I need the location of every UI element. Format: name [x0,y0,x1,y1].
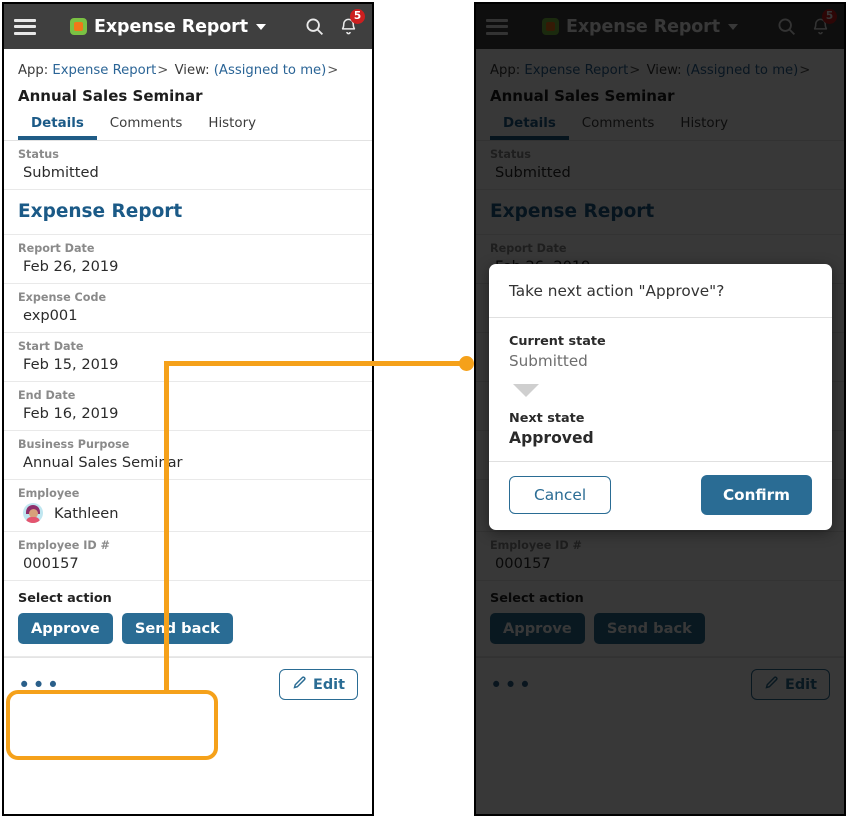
app-bar-icons: 5 [304,9,365,37]
tab-history[interactable]: History [195,116,269,140]
confirm-button[interactable]: Confirm [701,475,812,515]
breadcrumb-view-label: View: [174,63,210,78]
field-start-date-label: Start Date [18,340,84,353]
dialog-title: Take next action "Approve"? [489,264,832,318]
tab-bar: Details Comments History [4,105,372,141]
field-report-date-value: Feb 26, 2019 [23,258,119,275]
phone-screen-left: Expense Report 5 App: Expense Report> Vi… [4,4,372,814]
field-employee-row: Kathleen [18,503,358,523]
field-employee-value: Kathleen [54,504,119,522]
approve-button[interactable]: Approve [18,613,113,644]
field-status-label: Status [18,148,59,161]
edit-button[interactable]: Edit [279,669,358,700]
phone-frame-right: Expense Report 5 [474,2,846,816]
send-back-button[interactable]: Send back [121,613,233,644]
expense-report-app-logo-icon [70,18,88,35]
select-action-label: Select action [18,591,112,606]
avatar [23,503,43,523]
field-status: Status Submitted [4,141,372,190]
breadcrumb-sep-1: > [157,63,169,78]
field-report-date-label: Report Date [18,242,95,255]
phone-frame-left: Expense Report 5 App: Expense Report> Vi… [2,2,374,816]
breadcrumb-app-label: App: [18,63,49,78]
bell-icon[interactable]: 5 [339,9,365,37]
field-expense-code: Expense Code exp001 [4,284,372,333]
app-title-group[interactable]: Expense Report [32,17,304,37]
breadcrumb-view-link[interactable]: (Assigned to me) [214,63,327,78]
breadcrumb: App: Expense Report> View: (Assigned to … [4,49,372,78]
ellipsis-icon[interactable]: ••• [18,674,61,695]
confirm-action-dialog: Take next action "Approve"? Current stat… [489,264,832,530]
breadcrumb-app-link[interactable]: Expense Report [52,63,156,78]
breadcrumb-sep-2: > [327,63,339,78]
bottom-bar: ••• Edit [4,657,372,711]
field-employee-label: Employee [18,487,80,500]
pencil-icon [292,675,307,694]
current-state-value: Submitted [509,352,588,370]
field-end-date-value: Feb 16, 2019 [23,405,119,422]
dialog-footer: Cancel Confirm [489,461,832,530]
tab-details[interactable]: Details [18,116,97,140]
current-state-label: Current state [509,334,606,349]
field-status-value: Submitted [23,164,99,181]
field-start-date-value: Feb 15, 2019 [23,356,119,373]
field-report-date: Report Date Feb 26, 2019 [4,235,372,284]
field-employee: Employee Kathleen [4,480,372,532]
field-end-date: End Date Feb 16, 2019 [4,382,372,431]
annotation-endpoint-dot [459,356,474,371]
page-title: Annual Sales Seminar [18,87,203,105]
app-title: Expense Report [94,16,248,37]
field-end-date-label: End Date [18,389,76,402]
field-employee-id-label: Employee ID # [18,539,110,552]
field-employee-id-value: 000157 [23,555,79,572]
field-business-purpose: Business Purpose Annual Sales Seminar [4,431,372,480]
arrow-down-icon [513,384,539,397]
search-icon[interactable] [304,16,325,37]
phone-screen-right: Expense Report 5 [476,4,844,814]
chevron-down-icon[interactable] [255,23,266,30]
next-state-value: Approved [509,429,594,447]
field-expense-code-value: exp001 [23,307,78,324]
next-state-label: Next state [509,411,585,426]
field-business-purpose-label: Business Purpose [18,438,130,451]
section-heading: Expense Report [4,190,372,235]
field-expense-code-label: Expense Code [18,291,107,304]
app-bar: Expense Report 5 [4,4,372,49]
select-action-block: Select action Approve Send back [4,581,372,657]
field-start-date: Start Date Feb 15, 2019 [4,333,372,382]
screenshot-root: Expense Report 5 App: Expense Report> Vi… [0,0,848,818]
dialog-body: Current state Submitted Next state Appro… [489,318,832,461]
select-action-buttons: Approve Send back [18,613,358,644]
field-employee-id: Employee ID # 000157 [4,532,372,581]
notification-badge: 5 [350,9,365,24]
field-business-purpose-value: Annual Sales Seminar [23,454,183,471]
cancel-button[interactable]: Cancel [509,476,612,514]
edit-button-label: Edit [313,676,345,693]
tab-comments[interactable]: Comments [97,116,196,140]
